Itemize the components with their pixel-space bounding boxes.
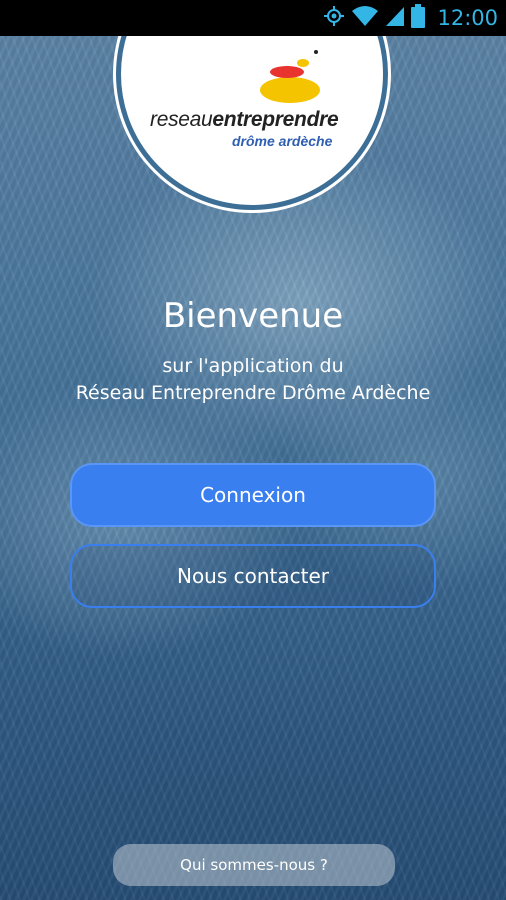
welcome-subtitle-line2: Réseau Entreprendre Drôme Ardèche (75, 382, 431, 404)
logo-word-regular: reseau (150, 108, 213, 131)
about-button[interactable]: Qui sommes-nous ? (113, 844, 395, 886)
logo-wordmark: reseauentreprendre (150, 108, 360, 132)
logo-stones-icon (260, 50, 320, 103)
wifi-icon (351, 5, 379, 32)
location-icon (323, 5, 345, 32)
battery-icon (411, 3, 426, 33)
logo-word-bold: entreprendre (212, 108, 339, 131)
welcome-subtitle-line1: sur l'application du (162, 355, 344, 377)
signal-icon (385, 5, 405, 32)
status-clock: 12:00 (437, 6, 498, 30)
welcome-screen: 12:00 reseauentreprendre drôme ardèche B… (0, 0, 506, 900)
logo-region: drôme ardèche (232, 133, 333, 149)
login-button[interactable]: Connexion (70, 463, 436, 527)
contact-button[interactable]: Nous contacter (70, 544, 436, 608)
welcome-title: Bienvenue (162, 296, 344, 336)
status-bar: 12:00 (0, 0, 506, 36)
